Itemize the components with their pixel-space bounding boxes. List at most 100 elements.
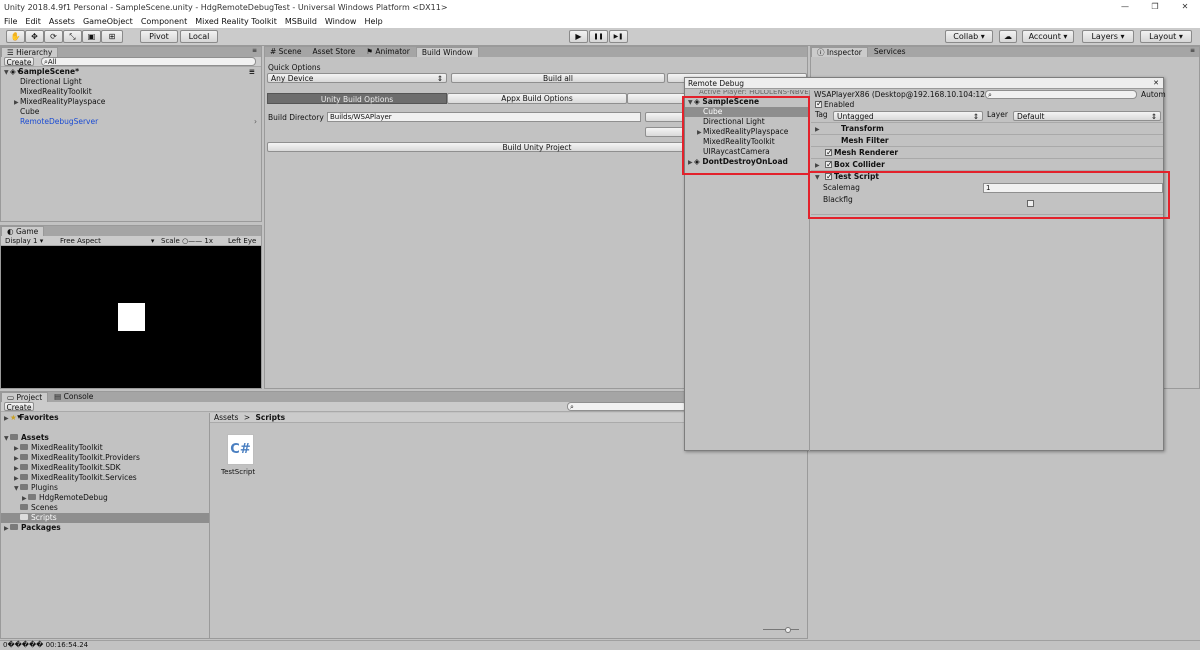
auto-toggle[interactable]: Autom — [1141, 90, 1166, 100]
tree-item[interactable]: ▶ MixedRealityToolkit — [1, 443, 209, 453]
hierarchy-item[interactable]: MixedRealityToolkit — [1, 87, 261, 97]
scene-menu-icon[interactable]: ≡ — [249, 67, 255, 77]
tab-asset-store[interactable]: Asset Store — [308, 47, 361, 57]
close-button[interactable]: ✕ — [1170, 0, 1200, 14]
create-label: Create — [6, 403, 32, 412]
layers-dropdown[interactable]: Layers ▾ — [1082, 30, 1134, 43]
tab-scene[interactable]: # Scene — [265, 47, 307, 57]
close-icon[interactable]: ✕ — [1153, 78, 1159, 89]
hierarchy-item[interactable]: RemoteDebugServer › — [1, 117, 261, 127]
tab-build-window[interactable]: Build Window — [415, 47, 479, 57]
title-bar: Unity 2018.4.9f1 Personal - SampleScene.… — [0, 0, 1200, 14]
hierarchy-search[interactable]: ⌕All — [41, 57, 256, 66]
tree-item[interactable]: ▶ HdgRemoteDebug — [1, 493, 209, 503]
menu-window[interactable]: Window — [325, 17, 357, 26]
tab-hierarchy[interactable]: ☰ Hierarchy — [1, 47, 59, 57]
menu-assets[interactable]: Assets — [49, 17, 75, 26]
favorites-item[interactable]: ▶★ Favorites — [1, 413, 209, 423]
layer-dropdown[interactable]: Default ⇕ — [1013, 111, 1161, 121]
tree-item[interactable]: ▶ MixedRealityToolkit.SDK — [1, 463, 209, 473]
tab-game[interactable]: ◐ Game — [1, 226, 45, 236]
step-button[interactable]: ▶❚ — [609, 30, 628, 43]
component-mesh-renderer[interactable]: Mesh Renderer — [811, 146, 1163, 159]
packages-item[interactable]: ▶ Packages — [1, 523, 209, 533]
component-checkbox[interactable] — [825, 159, 833, 171]
pivot-toggle[interactable]: Pivot — [140, 30, 178, 43]
hand-tool-icon[interactable]: ✋ — [6, 30, 25, 43]
tab-project[interactable]: ▭ Project — [1, 392, 49, 402]
tab-console[interactable]: ▤ Console — [49, 392, 98, 402]
rotate-tool-icon[interactable]: ⟳ — [44, 30, 63, 43]
local-toggle[interactable]: Local — [180, 30, 218, 43]
zoom-slider[interactable] — [763, 627, 799, 633]
cloud-icon[interactable]: ☁ — [999, 30, 1017, 43]
remote-debug-titlebar[interactable]: Remote Debug ✕ — [685, 78, 1163, 89]
tree-item[interactable]: ▶ MixedRealityToolkit.Services — [1, 473, 209, 483]
scale-tool-icon[interactable]: ⤡ — [63, 30, 82, 43]
hierarchy-item[interactable]: Cube — [1, 107, 261, 117]
remote-inspector: WSAPlayerX86 (Desktop@192.168.10.104:120… — [811, 90, 1166, 451]
file-label[interactable]: TestScript — [221, 468, 255, 476]
collab-button[interactable]: Collab ▾ — [945, 30, 993, 43]
menu-file[interactable]: File — [4, 17, 17, 26]
create-dropdown[interactable]: Create ▾ — [4, 402, 34, 421]
layout-dropdown[interactable]: Layout ▾ — [1140, 30, 1192, 43]
scale-slider[interactable]: Scale ○—— 1x — [161, 237, 213, 245]
enabled-row[interactable]: Enabled — [811, 99, 1163, 110]
eye-dropdown[interactable]: Left Eye — [228, 237, 256, 245]
tag-dropdown[interactable]: Untagged ⇕ — [833, 111, 983, 121]
rect-tool-icon[interactable]: ▣ — [82, 30, 101, 43]
tab-appx-build-options[interactable]: Appx Build Options — [447, 93, 627, 104]
display-dropdown[interactable]: Display 1 ▾ — [5, 237, 43, 245]
chevron-right-icon[interactable]: › — [254, 117, 257, 127]
enabled-checkbox[interactable] — [815, 99, 823, 109]
tree-item[interactable]: Scenes — [1, 503, 209, 513]
tab-services[interactable]: Services — [869, 47, 911, 57]
component-transform[interactable]: ▶ Transform — [811, 122, 1163, 134]
tab-unity-build-options[interactable]: Unity Build Options — [267, 93, 447, 104]
aspect-dropdown[interactable]: Free Aspect ▾ — [60, 237, 154, 245]
tab-animator[interactable]: ⚑ Animator — [361, 47, 415, 57]
hierarchy-item[interactable]: ▶MixedRealityPlayspace — [1, 97, 261, 107]
player-label[interactable]: WSAPlayerX86 (Desktop@192.168.10.104:120… — [814, 90, 1002, 99]
hierarchy-panel: ☰ Hierarchy ≡ Create ▾ ⌕All ▼◈ SampleSce… — [0, 46, 262, 222]
scene-root[interactable]: ▼◈ SampleScene* ≡ — [1, 67, 261, 77]
component-mesh-filter[interactable]: Mesh Filter — [811, 134, 1163, 146]
csharp-file-icon[interactable]: C# — [227, 434, 254, 465]
create-dropdown[interactable]: Create ▾ — [4, 57, 34, 76]
maximize-button[interactable]: ❐ — [1140, 0, 1170, 14]
pause-button[interactable]: ❚❚ — [589, 30, 608, 43]
panel-menu-icon[interactable]: ≡ — [1190, 47, 1195, 54]
tree-item[interactable]: ▼ Plugins — [1, 483, 209, 493]
menu-component[interactable]: Component — [141, 17, 187, 26]
project-search[interactable]: ⌕ — [567, 402, 687, 411]
tree-item[interactable]: ▶ MixedRealityToolkit.Providers — [1, 453, 209, 463]
menu-help[interactable]: Help — [364, 17, 382, 26]
tree-item-label: Scenes — [31, 503, 58, 512]
build-all-button[interactable]: Build all — [451, 73, 665, 83]
account-dropdown[interactable]: Account ▾ — [1022, 30, 1074, 43]
panel-menu-icon[interactable]: ≡ — [252, 47, 257, 54]
hierarchy-item[interactable]: Directional Light — [1, 77, 261, 87]
breadcrumb-scripts[interactable]: Scripts — [256, 413, 286, 422]
minimize-button[interactable]: — — [1110, 0, 1140, 14]
build-directory-field[interactable]: Builds/WSAPlayer — [327, 112, 641, 122]
play-button[interactable]: ▶ — [569, 30, 588, 43]
assets-item[interactable]: ▼ Assets — [1, 433, 209, 443]
menu-mixed-reality-toolkit[interactable]: Mixed Reality Toolkit — [195, 17, 277, 26]
tree-item-selected[interactable]: Scripts — [1, 513, 209, 523]
breadcrumb-assets[interactable]: Assets — [214, 413, 238, 422]
move-tool-icon[interactable]: ✥ — [25, 30, 44, 43]
step-icon: ▶❚ — [613, 33, 624, 40]
menu-gameobject[interactable]: GameObject — [83, 17, 133, 26]
menu-msbuild[interactable]: MSBuild — [285, 17, 317, 26]
device-dropdown[interactable]: Any Device ⇕ — [267, 73, 447, 83]
component-box-collider[interactable]: ▶Box Collider — [811, 158, 1163, 171]
transform-tool-icon[interactable]: ⊞ — [101, 30, 123, 43]
menu-edit[interactable]: Edit — [25, 17, 41, 26]
game-viewport[interactable] — [1, 246, 261, 388]
tab-inspector[interactable]: ⓘ Inspector — [811, 47, 868, 57]
component-checkbox[interactable] — [825, 147, 833, 159]
remote-search[interactable]: ⌕ — [985, 90, 1137, 99]
slider-thumb[interactable] — [785, 627, 791, 633]
